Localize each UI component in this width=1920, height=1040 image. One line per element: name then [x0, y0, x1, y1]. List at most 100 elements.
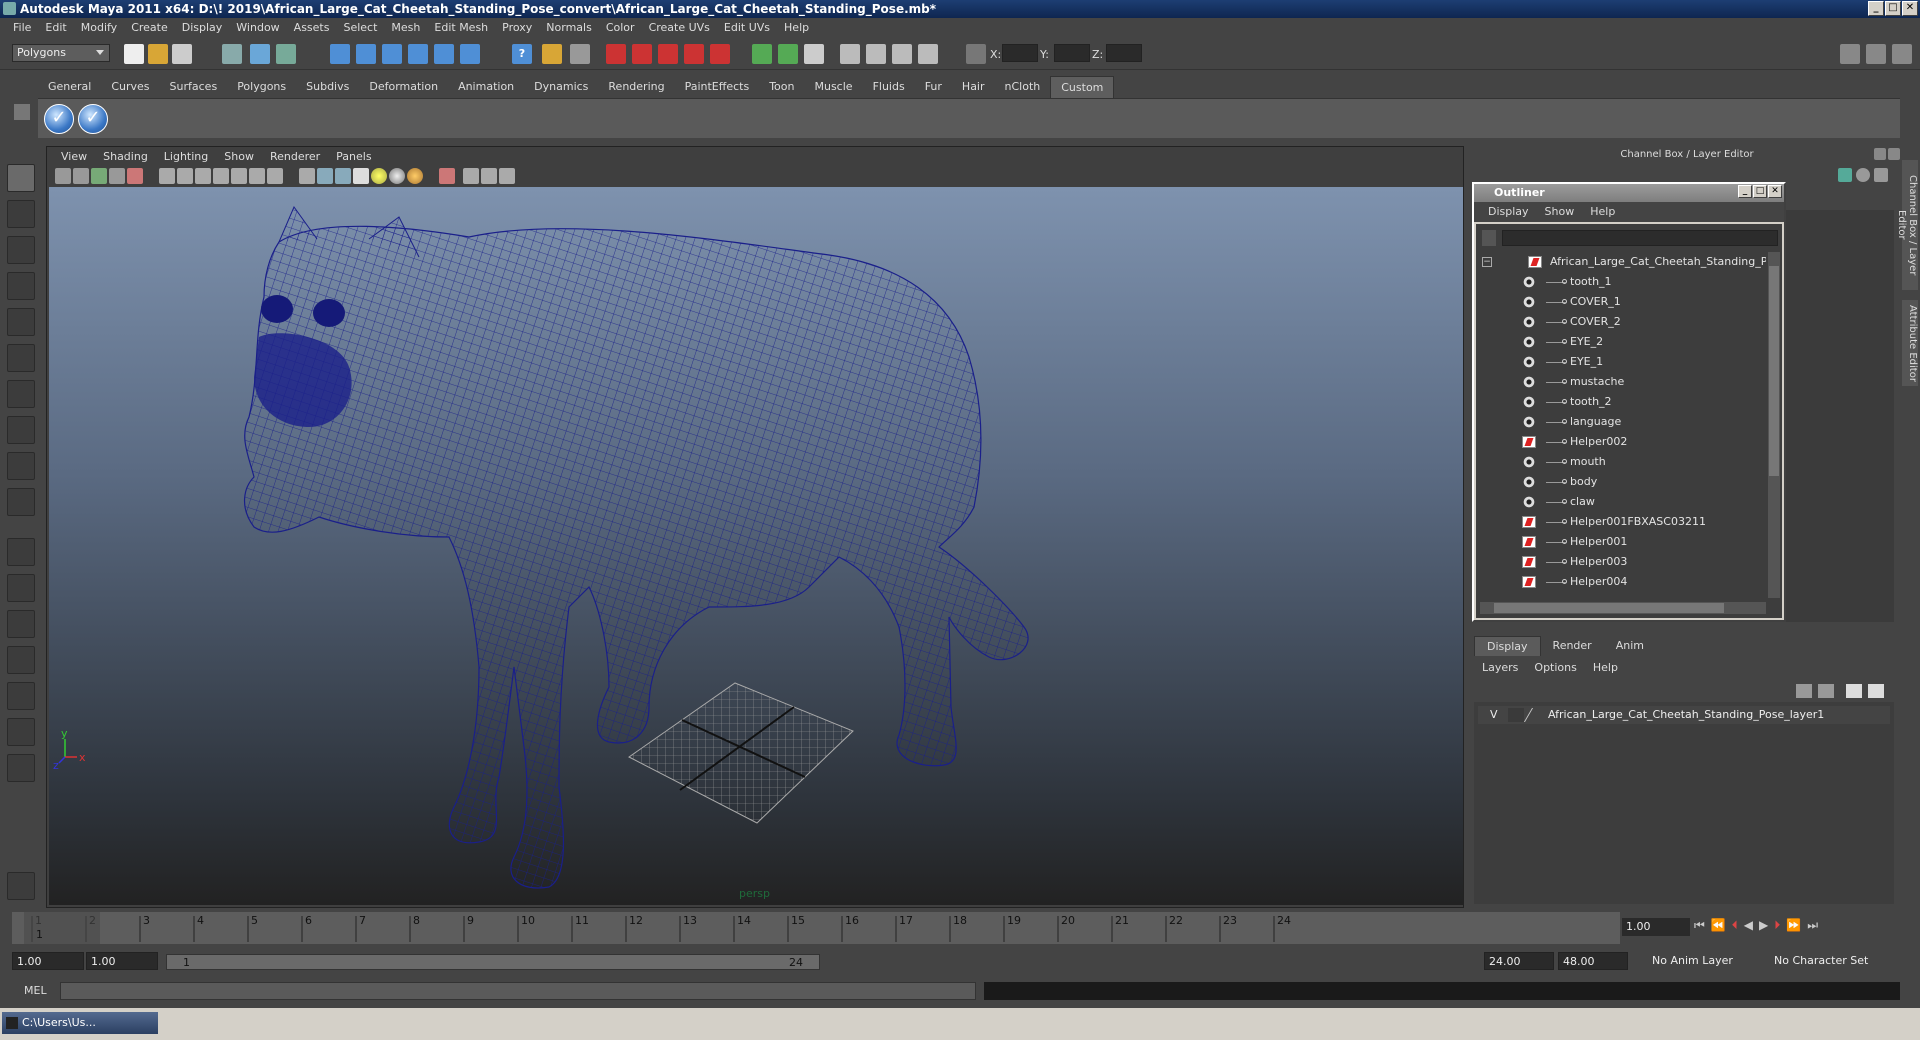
bookmark-icon[interactable]: [91, 168, 107, 184]
channel-lock-icon[interactable]: [1874, 168, 1888, 182]
outliner-item[interactable]: Helper001: [1476, 532, 1766, 552]
time-slider[interactable]: 123456789101112131415161718192021222324 …: [12, 912, 1620, 944]
channel-key-icon[interactable]: [1856, 168, 1870, 182]
xray-components-icon[interactable]: [499, 168, 515, 184]
outliner-item[interactable]: COVER_2: [1476, 312, 1766, 332]
range-slider[interactable]: 1 24: [166, 954, 820, 970]
create-layer-icon[interactable]: [1846, 684, 1862, 698]
channel-select-icon[interactable]: [1838, 168, 1852, 182]
checkmark-icon[interactable]: ✓: [44, 104, 74, 134]
lasso-tool-icon[interactable]: [7, 200, 35, 228]
menu-create-uvs[interactable]: Create UVs: [642, 18, 717, 38]
layer-tab-anim[interactable]: Anim: [1604, 636, 1656, 656]
go-to-end-icon[interactable]: ⏭: [1807, 918, 1818, 936]
wireframe-icon[interactable]: [299, 168, 315, 184]
help-icon[interactable]: ?: [512, 44, 532, 64]
outliner-item[interactable]: mustache: [1476, 372, 1766, 392]
persp-outliner-graph-layout-icon[interactable]: [7, 718, 35, 746]
step-back-key-icon[interactable]: ⏪: [1711, 918, 1726, 936]
shelf-tab-rendering[interactable]: Rendering: [598, 76, 674, 98]
animation-start-field[interactable]: 1.00: [12, 952, 84, 970]
layer-color-swatch[interactable]: [1523, 708, 1547, 722]
snap-plane-icon[interactable]: [408, 44, 428, 64]
menu-edit-uvs[interactable]: Edit UVs: [717, 18, 777, 38]
select-hierarchy-icon[interactable]: [222, 44, 242, 64]
hand-tool-icon[interactable]: [7, 872, 35, 900]
rename-icon[interactable]: [778, 44, 798, 64]
menu-help[interactable]: Help: [777, 18, 816, 38]
outliner-item[interactable]: mouth: [1476, 452, 1766, 472]
menu-display[interactable]: Display: [175, 18, 230, 38]
minimize-button[interactable]: _: [1868, 1, 1884, 16]
image-plane-icon[interactable]: [109, 168, 125, 184]
smooth-shade-icon[interactable]: [317, 168, 333, 184]
xray-joints-icon[interactable]: [481, 168, 497, 184]
float-panel-icon[interactable]: [1874, 148, 1886, 160]
open-scene-icon[interactable]: [148, 44, 168, 64]
outliner-maximize-button[interactable]: □: [1753, 185, 1767, 198]
camera-attributes-icon[interactable]: [73, 168, 89, 184]
shelf-tab-hair[interactable]: Hair: [952, 76, 995, 98]
outliner-minimize-button[interactable]: _: [1738, 185, 1752, 198]
all-lights-icon[interactable]: [389, 168, 405, 184]
viewport-menu-view[interactable]: View: [53, 147, 95, 165]
camera-icon[interactable]: [840, 44, 860, 64]
input-line-icon[interactable]: [752, 44, 772, 64]
new-scene-icon[interactable]: [124, 44, 144, 64]
animation-end-field[interactable]: 48.00: [1558, 952, 1628, 970]
persp-graph-layout-icon[interactable]: [7, 646, 35, 674]
step-back-frame-icon[interactable]: ⏴: [1732, 918, 1738, 936]
mel-label[interactable]: MEL: [24, 984, 47, 997]
outliner-item[interactable]: Helper001FBXASC03211: [1476, 512, 1766, 532]
shelf-tab-polygons[interactable]: Polygons: [227, 76, 296, 98]
layer-row[interactable]: V African_Large_Cat_Cheetah_Standing_Pos…: [1478, 706, 1890, 724]
play-backward-icon[interactable]: ◀: [1744, 918, 1753, 936]
shadows-icon[interactable]: [407, 168, 423, 184]
rotate-tool-icon[interactable]: [7, 308, 35, 336]
shelf-tab-fur[interactable]: Fur: [915, 76, 952, 98]
viewport-menu-renderer[interactable]: Renderer: [262, 147, 328, 165]
custom-layout-icon[interactable]: [7, 754, 35, 782]
step-forward-frame-icon[interactable]: ⏵: [1774, 918, 1780, 936]
outliner-item[interactable]: COVER_1: [1476, 292, 1766, 312]
shelf-tab-dynamics[interactable]: Dynamics: [524, 76, 598, 98]
scale-tool-icon[interactable]: [7, 344, 35, 372]
shelf-tab-fluids[interactable]: Fluids: [863, 76, 915, 98]
menu-normals[interactable]: Normals: [539, 18, 599, 38]
outliner-menu-help[interactable]: Help: [1582, 202, 1623, 222]
shelf-tab-deformation[interactable]: Deformation: [359, 76, 448, 98]
camera-select-icon[interactable]: [55, 168, 71, 184]
layer-menu-layers[interactable]: Layers: [1474, 658, 1526, 678]
render-current-icon[interactable]: [606, 44, 626, 64]
layer-tab-display[interactable]: Display: [1474, 636, 1541, 656]
scroll-thumb[interactable]: [1769, 266, 1779, 476]
shelf-tab-muscle[interactable]: Muscle: [804, 76, 862, 98]
y-field[interactable]: [1054, 44, 1090, 62]
outliner-item[interactable]: claw: [1476, 492, 1766, 512]
menu-edit-mesh[interactable]: Edit Mesh: [427, 18, 495, 38]
menu-color[interactable]: Color: [599, 18, 642, 38]
select-tool-icon[interactable]: [7, 164, 35, 192]
save-scene-icon[interactable]: [172, 44, 192, 64]
paint-select-tool-icon[interactable]: [7, 236, 35, 264]
gate-mask-icon[interactable]: [213, 168, 229, 184]
layer-type-toggle[interactable]: [1508, 708, 1524, 722]
playback-start-field[interactable]: 1.00: [86, 952, 158, 970]
side-tab-attribute-editor[interactable]: Attribute Editor: [1902, 300, 1918, 386]
outliner-item[interactable]: Helper002: [1476, 432, 1766, 452]
character-set-combo[interactable]: No Character Set: [1770, 952, 1880, 970]
layer-visibility-toggle[interactable]: V: [1490, 706, 1498, 724]
maximize-button[interactable]: □: [1885, 1, 1901, 16]
viewport-menu-shading[interactable]: Shading: [95, 147, 156, 165]
layer-menu-help[interactable]: Help: [1585, 658, 1626, 678]
menu-assets[interactable]: Assets: [287, 18, 337, 38]
menu-file[interactable]: File: [6, 18, 38, 38]
last-tool-icon[interactable]: [7, 488, 35, 516]
shelf-menu-icon[interactable]: [14, 104, 30, 120]
shelf-tab-curves[interactable]: Curves: [101, 76, 159, 98]
persp-outliner-layout-icon[interactable]: [7, 610, 35, 638]
camera-rig-icon[interactable]: [918, 44, 938, 64]
play-forward-icon[interactable]: ▶: [1759, 918, 1768, 936]
menu-proxy[interactable]: Proxy: [495, 18, 539, 38]
render-settings-icon[interactable]: [658, 44, 678, 64]
